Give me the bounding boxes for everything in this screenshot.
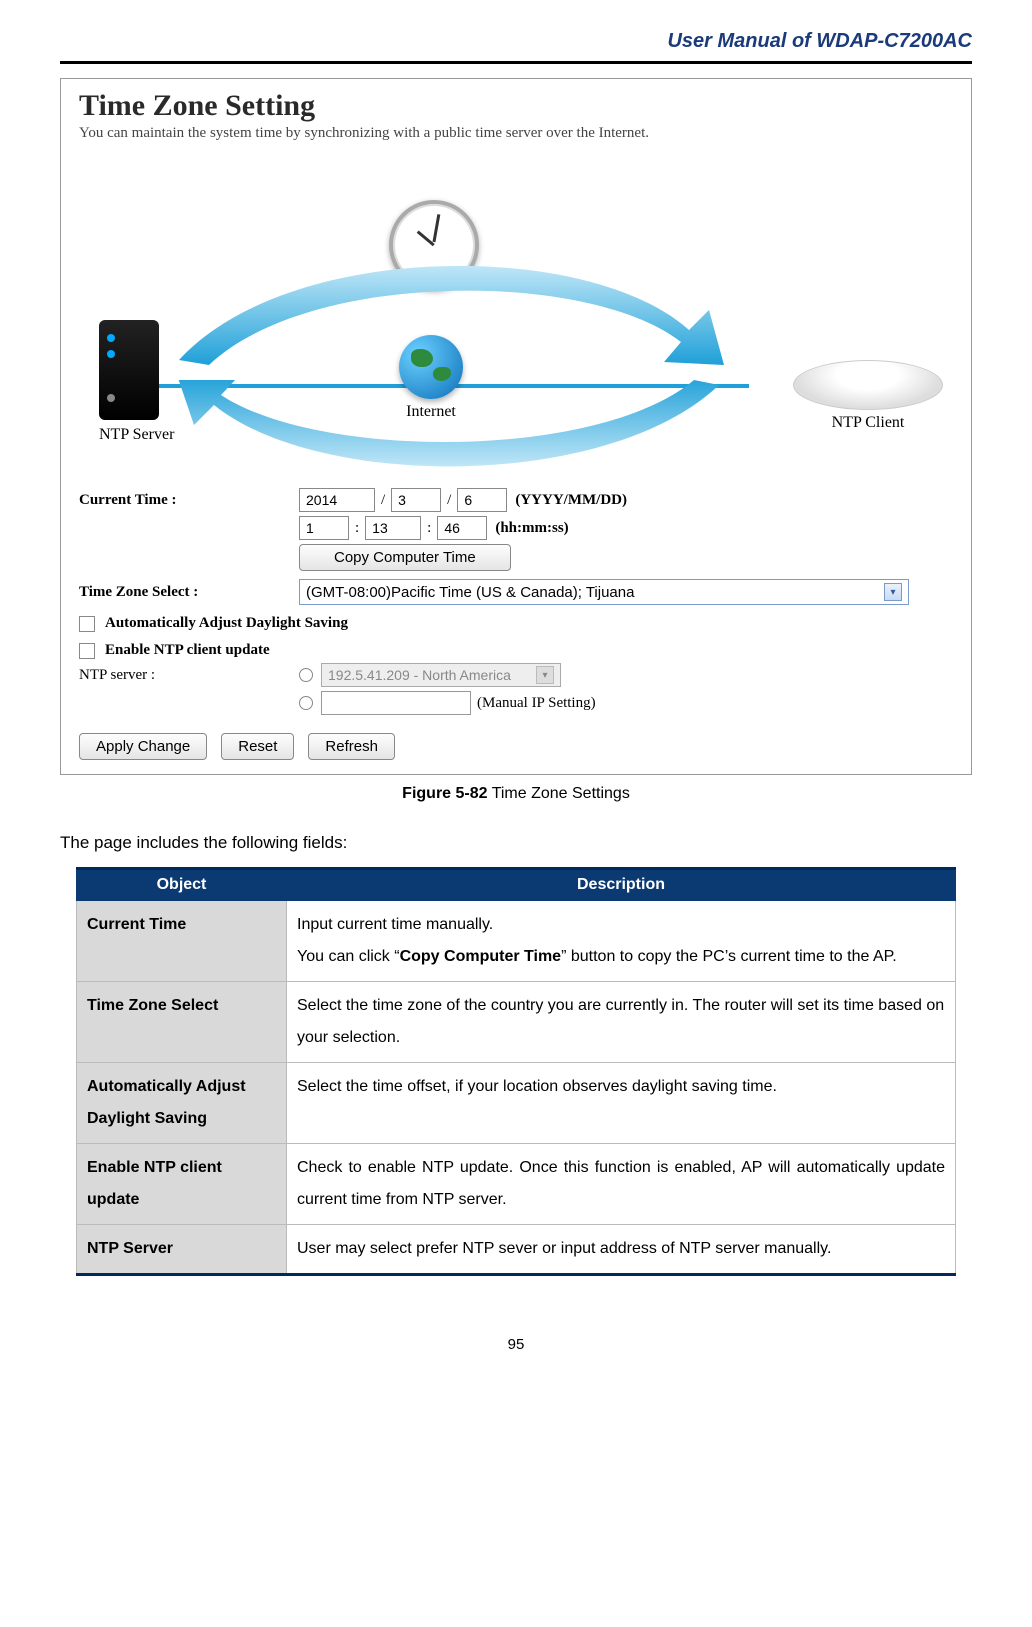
- ap-device-icon: [793, 360, 943, 410]
- enable-ntp-checkbox[interactable]: [79, 643, 95, 659]
- minute-input[interactable]: [365, 516, 421, 540]
- obj-cell: Automatically Adjust Daylight Saving: [77, 1063, 287, 1144]
- timezone-select[interactable]: (GMT-08:00)Pacific Time (US & Canada); T…: [299, 579, 909, 605]
- settings-form: Current Time : / / (YYYY/MM/DD) : : (hh:…: [79, 488, 953, 760]
- internet-node: Internet: [399, 335, 463, 421]
- desc-cell: User may select prefer NTP sever or inpu…: [287, 1225, 956, 1275]
- ntp-server-radio-preset[interactable]: [299, 668, 313, 682]
- month-input[interactable]: [391, 488, 441, 512]
- panel-subtitle: You can maintain the system time by sync…: [79, 125, 953, 142]
- internet-label: Internet: [399, 403, 463, 421]
- page-header: User Manual of WDAP-C7200AC: [60, 30, 972, 64]
- current-time-label: Current Time :: [79, 492, 299, 509]
- intro-text: The page includes the following fields:: [60, 833, 972, 853]
- ntp-server-value: 192.5.41.209 - North America: [328, 667, 511, 683]
- header-title: User Manual of WDAP-C7200AC: [667, 30, 972, 52]
- ntp-server-label: NTP Server: [99, 426, 174, 444]
- table-row: NTP Server User may select prefer NTP se…: [77, 1225, 956, 1275]
- ntp-server-radio-manual[interactable]: [299, 696, 313, 710]
- ntp-client-node: NTP Client: [793, 360, 943, 432]
- chevron-down-icon: ▾: [884, 583, 902, 601]
- timezone-value: (GMT-08:00)Pacific Time (US & Canada); T…: [306, 584, 634, 601]
- page-number: 95: [60, 1336, 972, 1353]
- apply-change-button[interactable]: Apply Change: [79, 733, 207, 760]
- auto-dst-label: Automatically Adjust Daylight Saving: [105, 615, 348, 632]
- server-icon: [99, 320, 159, 420]
- desc-cell: Input current time manually. You can cli…: [287, 901, 956, 982]
- copy-computer-time-button[interactable]: Copy Computer Time: [299, 544, 511, 571]
- table-row: Automatically Adjust Daylight Saving Sel…: [77, 1063, 956, 1144]
- auto-dst-checkbox[interactable]: [79, 616, 95, 632]
- screenshot-panel: Time Zone Setting You can maintain the s…: [60, 78, 972, 775]
- year-input[interactable]: [299, 488, 375, 512]
- figure-text: Time Zone Settings: [488, 785, 630, 802]
- manual-ip-hint: (Manual IP Setting): [477, 695, 596, 712]
- enable-ntp-label: Enable NTP client update: [105, 642, 270, 659]
- obj-cell: Enable NTP client update: [77, 1144, 287, 1225]
- day-input[interactable]: [457, 488, 507, 512]
- hour-input[interactable]: [299, 516, 349, 540]
- description-table: Object Description Current Time Input cu…: [76, 867, 956, 1276]
- th-object: Object: [77, 869, 287, 901]
- table-row: Current Time Input current time manually…: [77, 901, 956, 982]
- ntp-server-select[interactable]: 192.5.41.209 - North America ▾: [321, 663, 561, 687]
- ntp-server-label: NTP server :: [79, 667, 299, 684]
- reset-button[interactable]: Reset: [221, 733, 294, 760]
- desc-cell: Select the time offset, if your location…: [287, 1063, 956, 1144]
- date-format-hint: (YYYY/MM/DD): [515, 492, 627, 509]
- figure-caption: Figure 5-82 Time Zone Settings: [60, 785, 972, 803]
- ntp-manual-ip-input[interactable]: [321, 691, 471, 715]
- obj-cell: NTP Server: [77, 1225, 287, 1275]
- desc-cell: Select the time zone of the country you …: [287, 982, 956, 1063]
- th-description: Description: [287, 869, 956, 901]
- figure-number: Figure 5-82: [402, 785, 487, 802]
- ntp-diagram: NTP Server Internet NTP Client: [79, 150, 953, 480]
- timezone-label: Time Zone Select :: [79, 584, 299, 601]
- chevron-down-icon: ▾: [536, 666, 554, 684]
- panel-title: Time Zone Setting: [79, 89, 953, 123]
- obj-cell: Current Time: [77, 901, 287, 982]
- globe-icon: [399, 335, 463, 399]
- ntp-client-label: NTP Client: [793, 414, 943, 432]
- table-row: Enable NTP client update Check to enable…: [77, 1144, 956, 1225]
- obj-cell: Time Zone Select: [77, 982, 287, 1063]
- time-format-hint: (hh:mm:ss): [495, 520, 568, 537]
- ntp-server-node: NTP Server: [99, 320, 174, 444]
- refresh-button[interactable]: Refresh: [308, 733, 395, 760]
- second-input[interactable]: [437, 516, 487, 540]
- desc-cell: Check to enable NTP update. Once this fu…: [287, 1144, 956, 1225]
- table-row: Time Zone Select Select the time zone of…: [77, 982, 956, 1063]
